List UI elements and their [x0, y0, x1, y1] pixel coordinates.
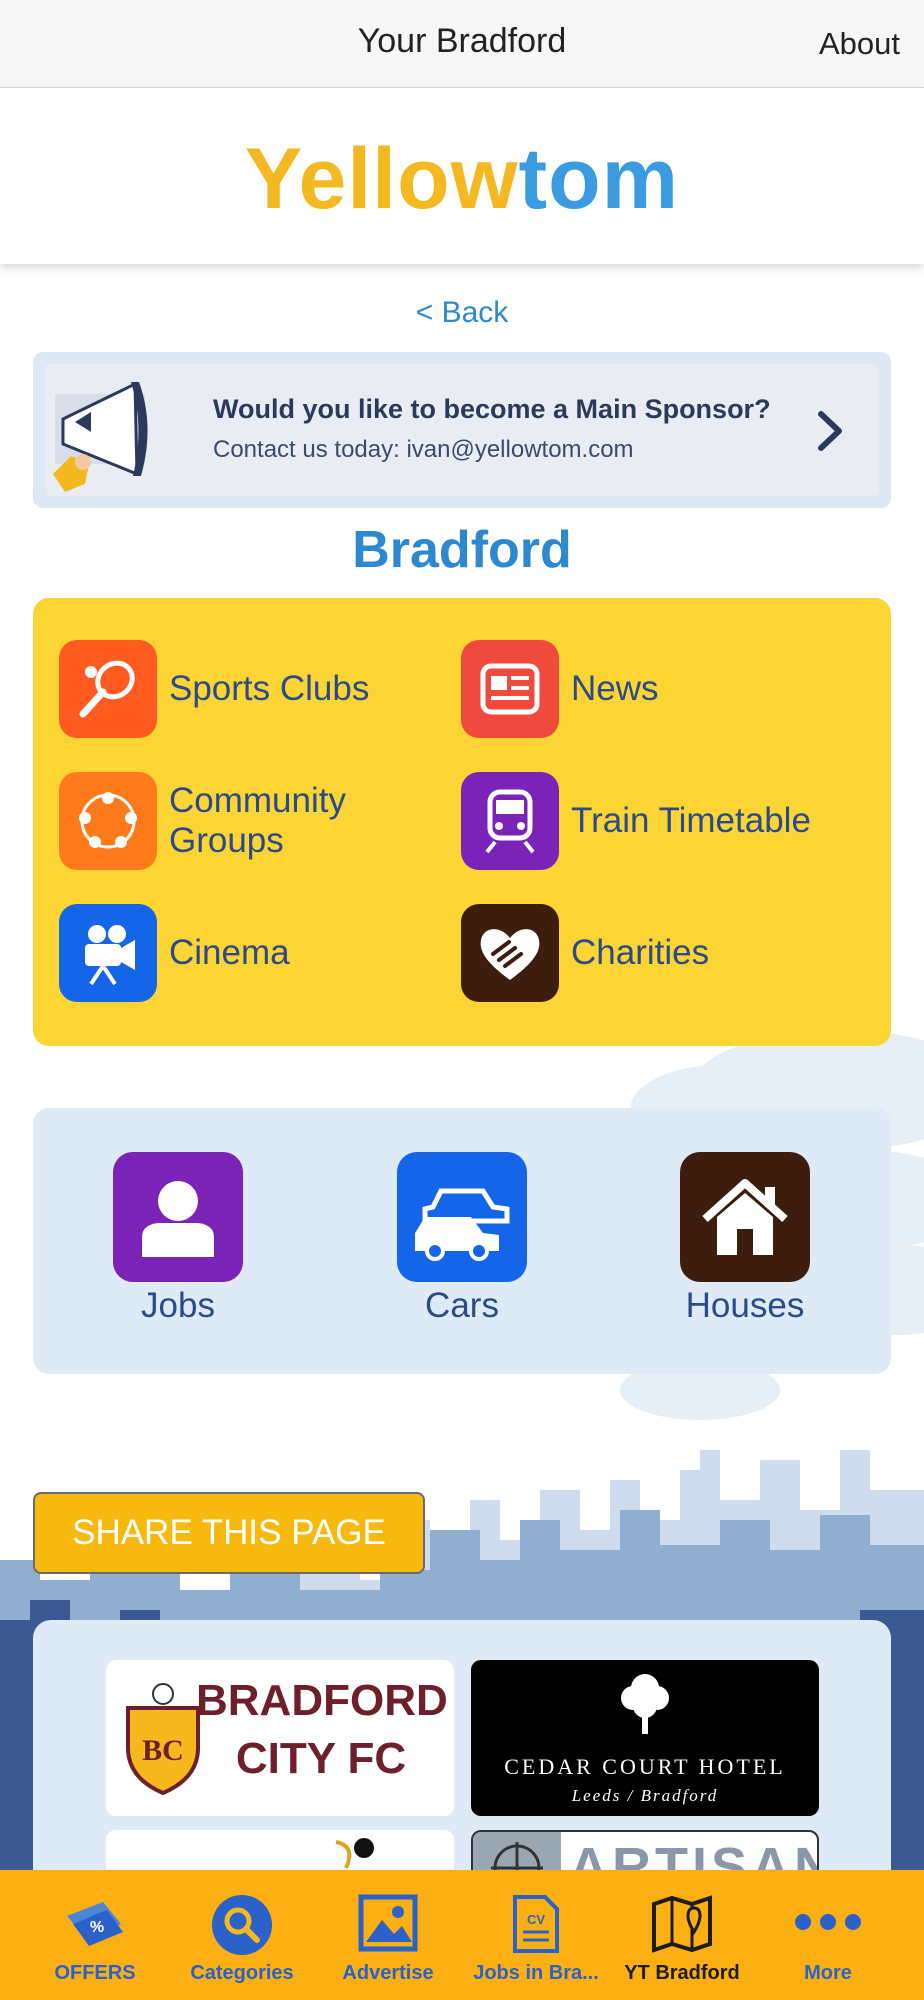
tab-label: Jobs in Bra...	[473, 1962, 599, 1984]
sponsor-logo-line1: CEDAR COURT HOTEL	[504, 1754, 786, 1779]
tab-jobs-in-bradford[interactable]: CV Jobs in Bra...	[462, 1870, 610, 2000]
newspaper-icon	[461, 640, 559, 738]
nav-title: Your Bradford	[357, 22, 567, 60]
sponsor-logo-line2: CITY FC	[235, 1734, 407, 1783]
heart-hands-icon	[461, 904, 559, 1002]
category-label: Charities	[571, 933, 710, 972]
quick-links-panel: Jobs Cars Houses	[33, 1108, 891, 1374]
picture-icon	[358, 1894, 418, 1952]
tab-label: More	[804, 1962, 852, 1984]
quick-link-houses[interactable]: Houses	[665, 1152, 825, 1326]
sponsor-logo-line2: Leeds / Bradford	[571, 1786, 719, 1805]
category-label: Sports Clubs	[169, 669, 370, 708]
sponsor-title: Would you like to become a Main Sponsor?	[213, 394, 771, 424]
svg-text:%: %	[90, 1919, 104, 1936]
offers-tag-icon: %	[67, 1902, 123, 1946]
category-label: Train Timetable	[571, 801, 811, 840]
tennis-racket-icon	[59, 640, 157, 738]
house-icon	[680, 1152, 810, 1282]
tab-advertise[interactable]: Advertise	[314, 1870, 462, 2000]
svg-text:CV: CV	[527, 1912, 545, 1927]
cedar-court-hotel-logo[interactable]: CEDAR COURT HOTEL Leeds / Bradford	[471, 1660, 819, 1816]
sponsor-logo-line1: BRADFORD	[196, 1676, 448, 1725]
tab-more[interactable]: More	[754, 1870, 902, 2000]
megaphone-icon	[53, 381, 148, 492]
sponsor-card[interactable]: Would you like to become a Main Sponsor?…	[45, 364, 879, 496]
bradford-city-fc-logo[interactable]: BC BRADFORD CITY FC	[106, 1660, 454, 1816]
logo-part-yellow: Yellow	[244, 131, 519, 227]
cv-document-icon: CV	[513, 1895, 559, 1953]
city-title: Bradford	[352, 521, 572, 579]
chevron-right-icon	[818, 411, 842, 451]
share-page-button[interactable]: SHARE THIS PAGE	[33, 1492, 425, 1574]
more-dots-icon	[795, 1914, 861, 1930]
tab-label: YT Bradford	[624, 1962, 740, 1984]
tab-offers[interactable]: % OFFERS	[21, 1870, 169, 2000]
about-link[interactable]: About	[819, 26, 900, 62]
quick-link-jobs[interactable]: Jobs	[98, 1152, 258, 1326]
category-charities[interactable]: Charities	[461, 904, 709, 1002]
person-icon	[113, 1152, 243, 1282]
tab-label: Advertise	[342, 1962, 434, 1984]
community-icon	[59, 772, 157, 870]
category-community-groups[interactable]: Community Groups	[59, 772, 369, 870]
yellowtom-logo: Yellowtom	[0, 130, 924, 229]
map-pin-icon	[652, 1895, 712, 1953]
category-label: News	[571, 669, 659, 708]
search-icon	[212, 1895, 272, 1955]
logo-part-tom: tom	[518, 131, 680, 227]
tab-label: Categories	[190, 1962, 294, 1984]
quick-link-label: Jobs	[141, 1286, 215, 1325]
top-navbar: Your Bradford About	[0, 0, 924, 88]
sponsor-banner: Would you like to become a Main Sponsor?…	[33, 352, 891, 508]
cars-icon	[397, 1152, 527, 1282]
category-label: Community Groups	[169, 781, 346, 860]
tab-categories[interactable]: Categories	[168, 1870, 316, 2000]
back-link[interactable]: < Back	[0, 296, 924, 330]
club-crest-icon: BC	[126, 1683, 200, 1796]
category-sports-clubs[interactable]: Sports Clubs	[59, 640, 369, 738]
category-train-timetable[interactable]: Train Timetable	[461, 772, 811, 870]
category-cinema[interactable]: Cinema	[59, 904, 290, 1002]
categories-panel: Sports Clubs News Community Groups Train…	[33, 598, 891, 1046]
quick-link-label: Cars	[425, 1286, 499, 1325]
category-label: Cinema	[169, 933, 290, 972]
logo-banner: Yellowtom	[0, 88, 924, 264]
tab-label: OFFERS	[54, 1962, 136, 1984]
bottom-tab-bar: % OFFERS Categories Advertise CV Jobs in…	[0, 1870, 924, 2000]
category-news[interactable]: News	[461, 640, 659, 738]
train-icon	[461, 772, 559, 870]
quick-link-cars[interactable]: Cars	[382, 1152, 542, 1326]
sponsor-contact: Contact us today: ivan@yellowtom.com	[213, 436, 634, 463]
tree-icon	[621, 1674, 669, 1734]
film-camera-icon	[59, 904, 157, 1002]
tab-yt-bradford[interactable]: YT Bradford	[608, 1870, 756, 2000]
quick-link-label: Houses	[685, 1286, 805, 1325]
crest-badge-text: BC	[142, 1734, 184, 1767]
